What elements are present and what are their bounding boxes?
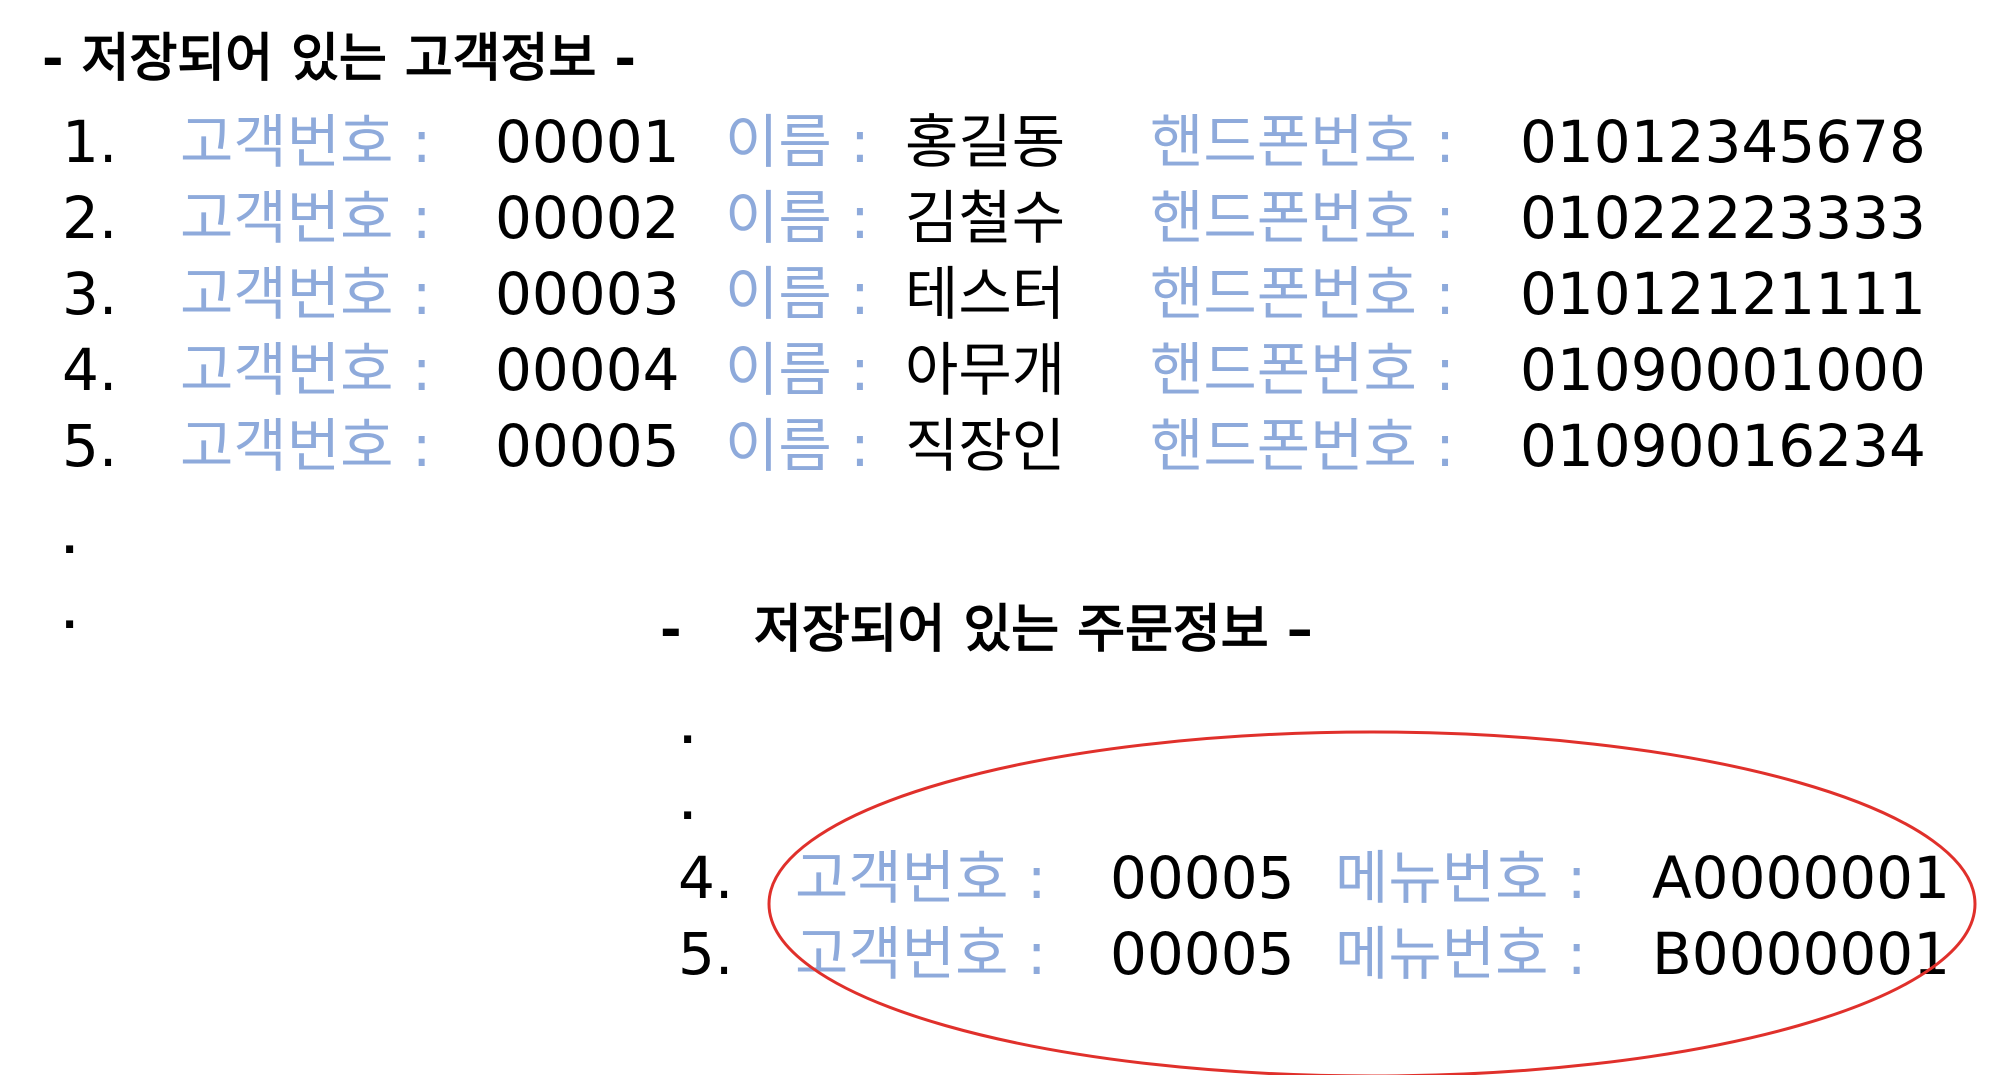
highlight-ellipse <box>767 730 1977 1075</box>
highlight-ellipse-shape <box>767 730 1977 1075</box>
